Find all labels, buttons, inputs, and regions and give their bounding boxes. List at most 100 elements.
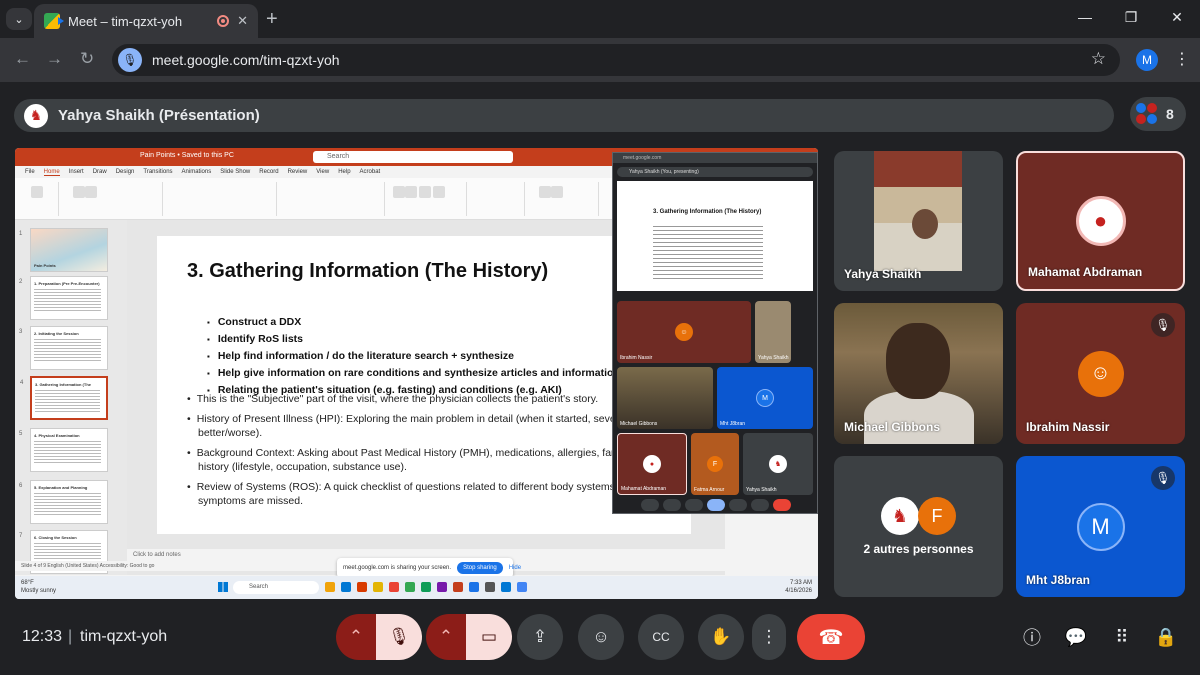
activities-icon[interactable]: ⠿ xyxy=(1109,624,1135,650)
windows-start-icon xyxy=(218,582,228,592)
ppt-tab: Design xyxy=(115,169,135,175)
ppt-tab: View xyxy=(316,169,330,175)
url-text[interactable]: meet.google.com/tim-qzxt-yoh xyxy=(152,52,340,68)
ppt-tab: Review xyxy=(287,169,308,175)
participant-name: Mht J8bran xyxy=(1026,573,1091,587)
more-options-button[interactable]: ⋮ xyxy=(752,614,786,660)
participant-avatar-icon: ● xyxy=(1075,196,1126,246)
mic-off-icon: 🎙 xyxy=(1151,466,1175,490)
pip-tile: M Mht J8bran xyxy=(717,367,813,429)
captions-button[interactable]: CC xyxy=(638,614,684,660)
mic-options-chevron-icon[interactable]: ⌃ xyxy=(336,614,376,660)
participant-tile-mht[interactable]: 🎙 M Mht J8bran xyxy=(1016,456,1185,597)
pip-tile: Michael Gibbons xyxy=(617,367,713,429)
close-window-icon[interactable]: ✕ xyxy=(1154,0,1200,34)
new-tab-button[interactable]: + xyxy=(266,8,278,31)
sharing-notice-text: meet.google.com is sharing your screen. xyxy=(343,565,452,571)
restore-icon[interactable]: ❐ xyxy=(1108,0,1154,34)
participant-count: 8 xyxy=(1166,106,1174,122)
ppt-tab: Draw xyxy=(92,169,107,175)
slide-bold-bullets: Construct a DDX Identify RoS lists Help … xyxy=(207,314,620,399)
close-tab-icon[interactable]: ✕ xyxy=(237,13,248,29)
camera-toggle-button[interactable]: ▭ xyxy=(466,614,512,660)
participant-tile-michael[interactable]: Michael Gibbons xyxy=(834,303,1003,444)
participant-tile-yahya[interactable]: Yahya Shaikh xyxy=(834,151,1003,291)
slide-thumbnail: 65. Explanation and Planning (Assessment… xyxy=(19,480,108,524)
taskbar-apps xyxy=(325,582,527,592)
stop-sharing-button: Stop sharing xyxy=(457,562,503,574)
ppt-file-name: Pain Points • Saved to this PC xyxy=(140,152,234,159)
browser-menu-icon[interactable]: ⋮ xyxy=(1174,49,1190,69)
address-bar[interactable]: 🎙 meet.google.com/tim-qzxt-yoh ☆ xyxy=(112,44,1120,76)
participants-avatars-icon xyxy=(1136,103,1158,125)
meet-favicon-icon xyxy=(44,13,64,29)
ppt-search-box: Search xyxy=(313,151,513,163)
browser-tab-bar: ⌄ Meet – tim-qzxt-yoh ✕ + — ❐ ✕ xyxy=(0,0,1200,38)
ppt-tab-home: Home xyxy=(43,168,60,176)
participant-tile-mahamat[interactable]: ● Mahamat Abdraman xyxy=(1016,151,1185,291)
chat-icon[interactable]: 💬 xyxy=(1063,624,1089,650)
participants-button[interactable]: 8 xyxy=(1130,97,1186,131)
raise-hand-button[interactable]: ✋ xyxy=(698,614,744,660)
ppt-tab: Acrobat xyxy=(359,169,381,175)
participant-name: Ibrahim Nassir xyxy=(1026,420,1110,434)
taskbar-search: Search xyxy=(233,581,319,594)
pip-tile: ♞ Yahya Shaikh xyxy=(743,433,813,495)
tab-search-button[interactable]: ⌄ xyxy=(6,8,32,30)
ribbon-group-font xyxy=(167,182,277,216)
slide-title: 3. Gathering Information (The History) xyxy=(187,260,549,282)
participant-name: Mahamat Abdraman xyxy=(1028,265,1143,279)
participant-name: Michael Gibbons xyxy=(844,420,941,434)
tab-title: Meet – tim-qzxt-yoh xyxy=(68,13,183,29)
ribbon-group-slides xyxy=(63,182,163,216)
window-controls: — ❐ ✕ xyxy=(1062,0,1200,34)
camera-control-group: ⌃ ▭ xyxy=(426,614,512,660)
pip-shared-preview: 3. Gathering Information (The History) xyxy=(617,181,813,291)
participant-avatar-initial: M xyxy=(1076,502,1125,551)
microphone-permission-icon[interactable]: 🎙 xyxy=(118,48,142,72)
meeting-info-icon[interactable]: ⓘ xyxy=(1019,624,1045,650)
hide-notice-link: Hide xyxy=(508,565,522,571)
browser-tab[interactable]: Meet – tim-qzxt-yoh ✕ xyxy=(34,4,258,38)
ppt-tab: Insert xyxy=(68,169,84,175)
ribbon-group-paragraph xyxy=(281,182,385,216)
mic-control-group: ⌃ 🎙 xyxy=(336,614,422,660)
screen-sharing-notice: meet.google.com is sharing your screen. … xyxy=(337,558,521,578)
host-controls-lock-icon[interactable]: 🔒 xyxy=(1153,624,1179,650)
ribbon-group-clipboard xyxy=(19,182,59,216)
present-screen-button[interactable]: ⇪ xyxy=(517,614,563,660)
participant-tile-others[interactable]: ♞ F 2 autres personnes xyxy=(834,456,1003,597)
camera-options-chevron-icon[interactable]: ⌃ xyxy=(426,614,466,660)
other-avatar-initial: F xyxy=(918,497,956,535)
slide-thumbnail: 5 4. Physical Examination xyxy=(19,428,108,472)
bullet: Identify RoS lists xyxy=(207,331,620,348)
back-arrow-icon[interactable]: ← xyxy=(14,49,31,69)
leave-call-button[interactable]: ☎ xyxy=(797,614,865,660)
pip-tile: Yahya Shaikh xyxy=(755,301,791,363)
reactions-button[interactable]: ☺ xyxy=(578,614,624,660)
presenter-bar[interactable]: ♞ Yahya Shaikh (Présentation) xyxy=(14,99,1114,132)
slide-thumbnail: 3 2. Initiating the Session xyxy=(19,326,108,370)
mic-off-icon: 🎙 xyxy=(1151,313,1175,337)
ribbon-group-editing xyxy=(471,182,525,216)
ppt-tab: Slide Show xyxy=(220,169,251,175)
meet-picture-in-picture: meet.google.com Yahya Shaikh (You, prese… xyxy=(612,152,818,514)
mic-toggle-button[interactable]: 🎙 xyxy=(376,614,422,660)
ppt-tab: Animations xyxy=(181,169,212,175)
profile-avatar[interactable]: M xyxy=(1136,49,1158,71)
presenter-label: Yahya Shaikh (Présentation) xyxy=(58,107,260,124)
reload-icon[interactable]: ↻ xyxy=(80,49,94,69)
ribbon-group-drawing xyxy=(389,182,467,216)
browser-toolbar: ← → ↻ 🎙 meet.google.com/tim-qzxt-yoh ☆ M… xyxy=(0,38,1200,82)
weather-widget: 68°F Mostly sunny xyxy=(21,580,57,594)
minimize-icon[interactable]: — xyxy=(1062,0,1108,34)
forward-arrow-icon[interactable]: → xyxy=(46,49,63,69)
ppt-tab: Help xyxy=(338,169,351,175)
current-slide: 3. Gathering Information (The History) C… xyxy=(157,236,716,534)
presenter-avatar-icon: ♞ xyxy=(24,103,48,128)
slide-thumbnail: 2 1. Preparation (Pre Pre-Encounter) xyxy=(19,276,108,320)
bookmark-star-icon[interactable]: ☆ xyxy=(1091,49,1106,69)
participant-tile-ibrahim[interactable]: 🎙 ☺ Ibrahim Nassir xyxy=(1016,303,1185,444)
system-tray-clock: 7:33 AM 4/16/2026 xyxy=(785,580,812,594)
participant-name: Yahya Shaikh xyxy=(844,267,922,281)
